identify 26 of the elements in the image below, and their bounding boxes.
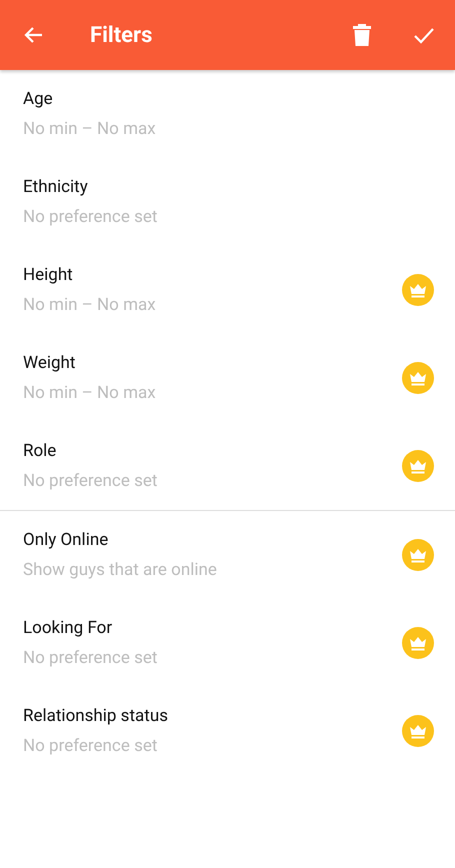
filter-value: No preference set (23, 736, 158, 756)
filter-label: Age (23, 89, 54, 109)
filter-row[interactable]: Relationship status No preference set (0, 687, 455, 775)
screen-title: Filters (90, 22, 154, 48)
filter-row[interactable]: Height No min – No max (0, 246, 455, 334)
trash-icon (352, 23, 372, 47)
filter-label: Role (23, 441, 58, 461)
filter-value: No preference set (23, 471, 158, 491)
filter-value: No preference set (23, 648, 158, 668)
filter-label: Ethnicity (23, 177, 89, 197)
filter-row[interactable]: Role No preference set (0, 422, 455, 510)
filter-row[interactable]: Ethnicity No preference set (0, 158, 455, 246)
filter-label: Only Online (23, 530, 110, 550)
filter-value: No min – No max (23, 119, 157, 139)
filter-value: Show guys that are online (23, 560, 218, 580)
filter-label: Looking For (23, 618, 114, 638)
filter-label: Height (23, 265, 74, 285)
filter-label: Relationship status (23, 706, 169, 726)
filter-value: No preference set (23, 207, 158, 227)
filter-row[interactable]: Age No min – No max (0, 70, 455, 158)
filter-label: Weight (23, 353, 76, 373)
filter-value: No min – No max (23, 295, 157, 315)
filter-row[interactable]: Weight No min – No max (0, 334, 455, 422)
filter-row[interactable]: Only Online Show guys that are online (0, 511, 455, 599)
filter-value: No min – No max (23, 383, 157, 403)
filter-row[interactable]: Looking For No preference set (0, 599, 455, 687)
